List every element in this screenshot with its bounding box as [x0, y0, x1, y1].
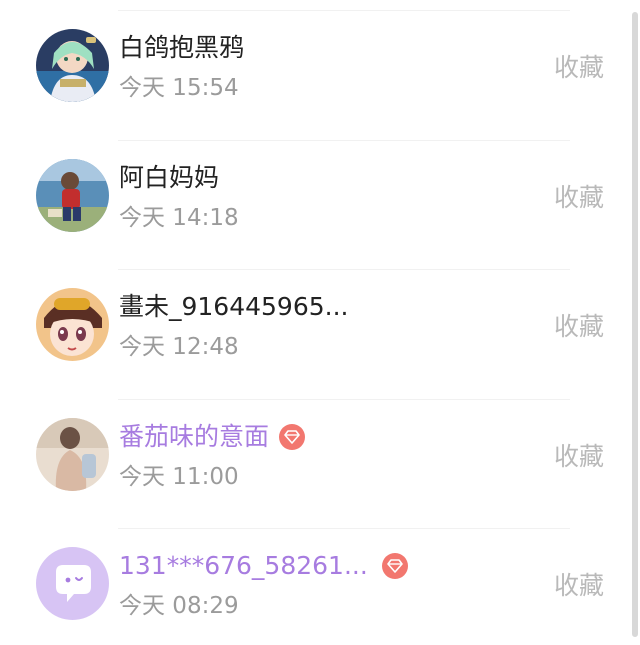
avatar[interactable]	[36, 158, 109, 232]
user-name: 畫未_916445965...	[119, 291, 349, 323]
avatar[interactable]	[36, 547, 109, 620]
scrollbar[interactable]	[632, 12, 638, 637]
avatar[interactable]	[36, 29, 109, 102]
list-item[interactable]: 阿白妈妈 今天 14:18 收藏	[0, 139, 640, 270]
diamond-icon	[279, 423, 306, 450]
favorites-list-screen: 白鸽抱黑鸦 今天 15:54 收藏 阿白妈妈 今天 14:18 收藏 畫未_91…	[0, 0, 640, 645]
list-item[interactable]: 畫未_916445965... 今天 12:48 收藏	[0, 269, 640, 399]
timestamp: 今天 15:54	[119, 75, 239, 101]
avatar[interactable]	[36, 288, 109, 361]
diamond-icon	[381, 553, 408, 579]
timestamp: 今天 08:29	[119, 593, 239, 619]
avatar[interactable]	[36, 417, 109, 491]
timestamp: 今天 14:18	[119, 204, 239, 231]
favorite-button[interactable]: 收藏	[554, 182, 604, 214]
timestamp: 今天 11:00	[119, 463, 239, 490]
user-name: 131***676_58261...	[119, 550, 408, 582]
user-name-text: 阿白妈妈	[119, 162, 220, 192]
favorite-button[interactable]: 收藏	[554, 52, 604, 84]
user-name: 白鸽抱黑鸦	[119, 32, 244, 64]
favorite-button[interactable]: 收藏	[554, 441, 604, 473]
list-item[interactable]: 131***676_58261... 今天 08:29 收藏	[0, 528, 640, 645]
list-item[interactable]: 白鸽抱黑鸦 今天 15:54 收藏	[0, 10, 640, 140]
list-item[interactable]: 番茄味的意面 今天 11:00 收藏	[0, 398, 640, 529]
timestamp: 今天 12:48	[119, 334, 239, 360]
user-name-text: 131***676_58261...	[119, 551, 368, 580]
user-list: 白鸽抱黑鸦 今天 15:54 收藏 阿白妈妈 今天 14:18 收藏 畫未_91…	[0, 10, 640, 645]
user-name-text: 白鸽抱黑鸦	[119, 33, 245, 62]
user-name-text: 番茄味的意面	[119, 421, 270, 451]
user-name: 番茄味的意面	[119, 421, 306, 453]
user-name-text: 畫未_916445965...	[119, 292, 349, 321]
favorite-button[interactable]: 收藏	[554, 311, 604, 343]
user-name: 阿白妈妈	[119, 162, 219, 194]
favorite-button[interactable]: 收藏	[554, 570, 604, 602]
